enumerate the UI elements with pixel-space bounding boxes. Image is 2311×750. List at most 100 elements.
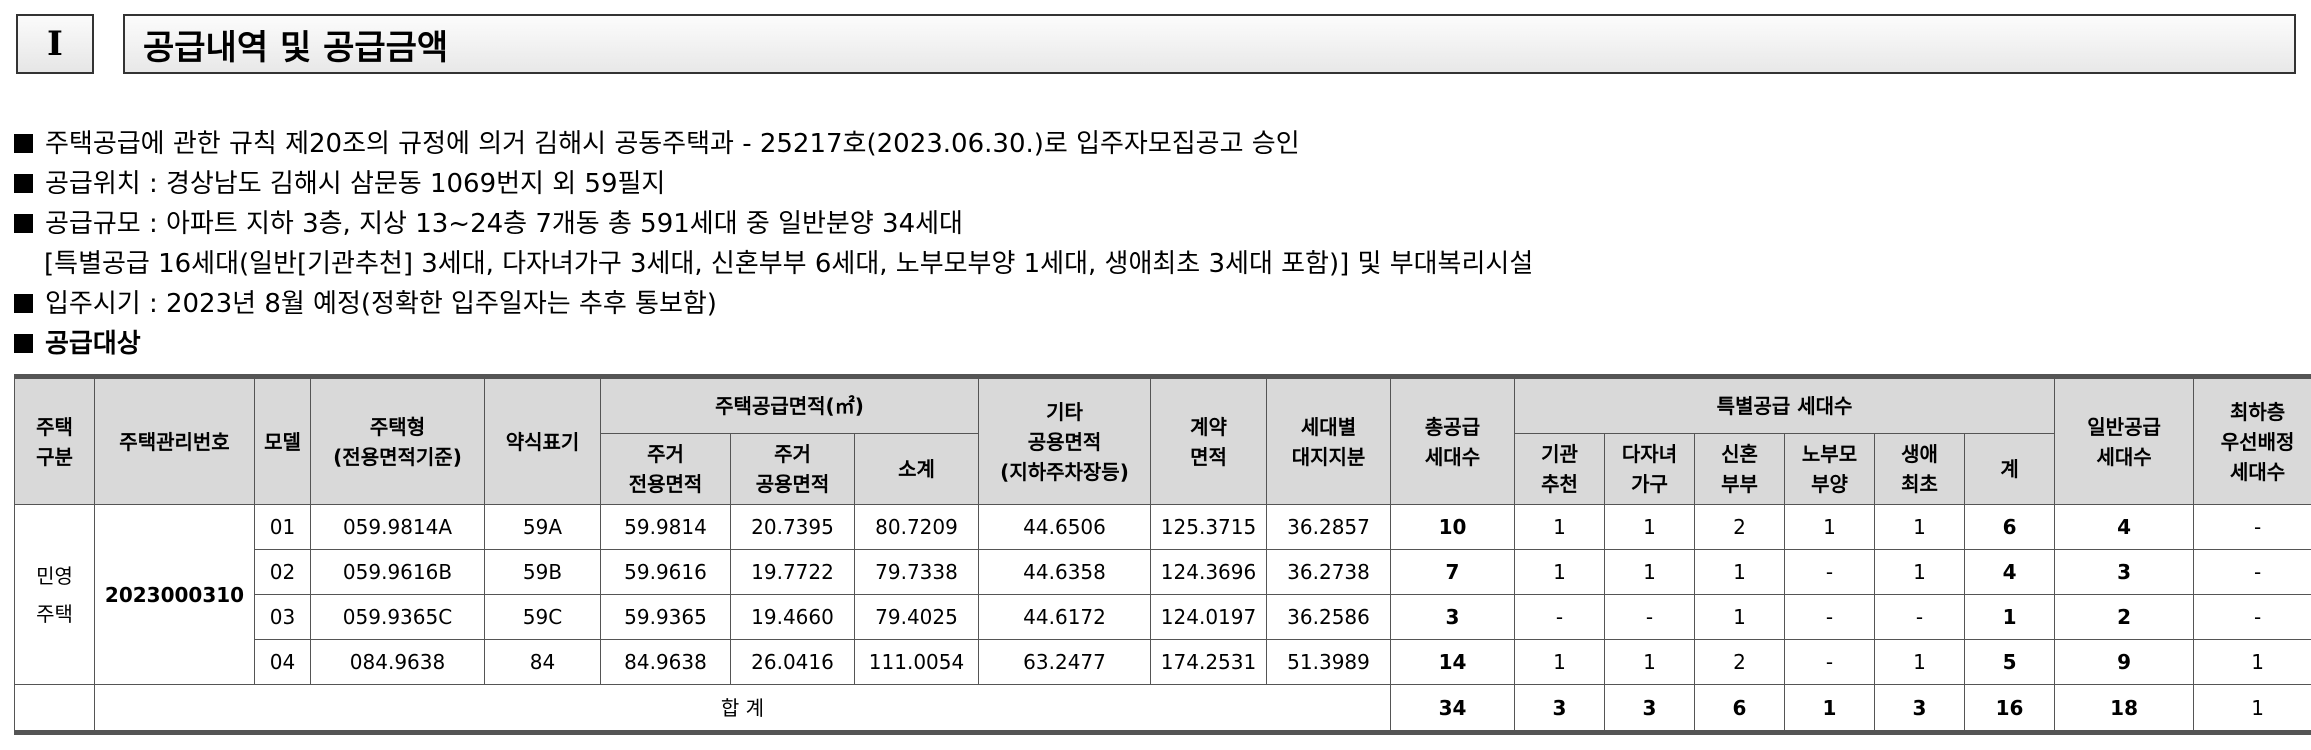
- cell-other: 63.2477: [978, 639, 1152, 685]
- header-sp-firsttime: 생애 최초: [1874, 433, 1966, 505]
- cell-newly: 2: [1694, 639, 1786, 685]
- cell-other: 44.6506: [978, 504, 1152, 550]
- cell-inst: -: [1514, 594, 1606, 640]
- cell-sum-multi: 3: [1604, 684, 1696, 733]
- cell-first: 1: [1874, 549, 1966, 595]
- header-area-subtotal: 소계: [853, 433, 980, 505]
- cell-sp-sum: 5: [1964, 639, 2056, 685]
- cell-sp-sum: 6: [1964, 504, 2056, 550]
- cell-sum-elder: 1: [1784, 684, 1876, 733]
- section-title: 공급내역 및 공급금액: [123, 14, 2296, 74]
- cell-elder: -: [1784, 639, 1876, 685]
- cell-sum-first: 3: [1874, 684, 1966, 733]
- cell-short: 84: [484, 639, 601, 685]
- cell-general: 4: [2054, 504, 2195, 550]
- cell-sum-sp-sum: 16: [1964, 684, 2056, 733]
- cell-lowest: -: [2193, 504, 2311, 550]
- cell-contract: 125.3715: [1150, 504, 1268, 550]
- cell-category: 민영 주택: [14, 504, 95, 685]
- cell-general: 3: [2054, 549, 2195, 595]
- cell-newly: 2: [1694, 504, 1786, 550]
- cell-land: 36.2586: [1266, 594, 1392, 640]
- header-contract-area: 계약 면적: [1150, 376, 1268, 505]
- table-row: 03 059.9365C 59C 59.9365 19.4660 79.4025…: [15, 594, 2311, 640]
- cell-excl: 59.9365: [600, 594, 731, 640]
- cell-excl: 84.9638: [600, 639, 731, 685]
- cell-land: 36.2738: [1266, 549, 1392, 595]
- note-move-in: 입주시기 : 2023년 8월 예정(정확한 입주일자는 추후 통보함): [14, 284, 2294, 324]
- header-housing-type: 주택 구분: [14, 376, 95, 505]
- cell-subtotal: 80.7209: [853, 504, 980, 550]
- cell-subtotal: 111.0054: [853, 639, 980, 685]
- square-bullet-icon: [14, 214, 33, 233]
- cell-common: 19.7722: [730, 549, 855, 595]
- header-sp-newlywed: 신혼 부부: [1694, 433, 1786, 505]
- cell-common: 26.0416: [730, 639, 855, 685]
- cell-elder: 1: [1784, 504, 1876, 550]
- cell-contract: 124.3696: [1150, 549, 1268, 595]
- cell-inst: 1: [1514, 639, 1606, 685]
- cell-multi: 1: [1604, 549, 1696, 595]
- cell-contract: 174.2531: [1150, 639, 1268, 685]
- cell-general: 2: [2054, 594, 2195, 640]
- cell-excl: 59.9814: [600, 504, 731, 550]
- cell-total: 7: [1390, 549, 1516, 595]
- cell-sum-newly: 6: [1694, 684, 1786, 733]
- note-location: 공급위치 : 경상남도 김해시 삼문동 1069번지 외 59필지: [14, 164, 2294, 204]
- table-row: 02 059.9616B 59B 59.9616 19.7722 79.7338…: [15, 549, 2311, 595]
- cell-total: 10: [1390, 504, 1516, 550]
- note-approval: 주택공급에 관한 규칙 제20조의 규정에 의거 김해시 공동주택과 - 252…: [14, 124, 2294, 164]
- cell-short: 59B: [484, 549, 601, 595]
- cell-elder: -: [1784, 549, 1876, 595]
- cell-sp-sum: 4: [1964, 549, 2056, 595]
- header-short: 약식표기: [484, 376, 601, 505]
- cell-multi: 1: [1604, 639, 1696, 685]
- cell-sum-total: 34: [1390, 684, 1516, 733]
- header-area-group: 주택공급면적(㎡): [599, 376, 980, 434]
- cell-land: 36.2857: [1266, 504, 1392, 550]
- table-row: 민영 주택 2023000310 01 059.9814A 59A 59.981…: [14, 504, 2311, 685]
- cell-common: 20.7395: [730, 504, 855, 550]
- header-sp-total: 계: [1964, 433, 2056, 505]
- cell-land: 51.3989: [1266, 639, 1392, 685]
- cell-newly: 1: [1694, 594, 1786, 640]
- header-mgmt-no: 주택관리번호: [94, 376, 255, 505]
- header-lowest-floor: 최하층 우선배정 세대수: [2193, 376, 2311, 505]
- header-other-common: 기타 공용면적 (지하주차장등): [978, 376, 1152, 505]
- supply-table: 주택 구분 주택관리번호 모델 주택형 (전용면적기준) 약식표기 주택공급면적…: [14, 374, 2311, 735]
- square-bullet-icon: [14, 294, 33, 313]
- cell-lowest: 1: [2193, 639, 2311, 685]
- cell-first: -: [1874, 594, 1966, 640]
- cell-excl: 59.9616: [600, 549, 731, 595]
- cell-contract: 124.0197: [1150, 594, 1268, 640]
- cell-multi: 1: [1604, 504, 1696, 550]
- header-special-group: 특별공급 세대수: [1514, 376, 2056, 434]
- header-sp-multichild: 다자녀 가구: [1604, 433, 1696, 505]
- note-target-heading: 공급대상: [14, 324, 2294, 364]
- cell-sum-inst: 3: [1514, 684, 1606, 733]
- note-special-supply: [특별공급 16세대(일반[기관추천] 3세대, 다자녀가구 3세대, 신혼부부…: [44, 249, 1534, 279]
- cell-total: 14: [1390, 639, 1516, 685]
- section-number: I: [16, 14, 94, 74]
- header-sp-institution: 기관 추천: [1514, 433, 1606, 505]
- header-total-units: 총공급 세대수: [1390, 376, 1516, 505]
- cell-short: 59A: [484, 504, 601, 550]
- cell-elder: -: [1784, 594, 1876, 640]
- notes-list: 주택공급에 관한 규칙 제20조의 규정에 의거 김해시 공동주택과 - 252…: [14, 124, 2294, 364]
- cell-multi: -: [1604, 594, 1696, 640]
- table-sum-row: 합 계 34 3 3 6 1 3 16 18 1: [14, 684, 2311, 733]
- note-scale: 공급규모 : 아파트 지하 3층, 지상 13~24층 7개동 총 591세대 …: [14, 204, 2294, 244]
- table-row: 04 084.9638 84 84.9638 26.0416 111.0054 …: [15, 639, 2311, 685]
- cell-inst: 1: [1514, 504, 1606, 550]
- cell-sum-general: 18: [2054, 684, 2195, 733]
- cell-lowest: -: [2193, 594, 2311, 640]
- square-bullet-icon: [14, 334, 33, 353]
- cell-inst: 1: [1514, 549, 1606, 595]
- cell-first: 1: [1874, 504, 1966, 550]
- cell-model: 04: [254, 639, 311, 685]
- cell-model: 01: [254, 504, 311, 550]
- header-model: 모델: [254, 376, 311, 505]
- header-type: 주택형 (전용면적기준): [310, 376, 485, 505]
- square-bullet-icon: [14, 174, 33, 193]
- cell-lowest: -: [2193, 549, 2311, 595]
